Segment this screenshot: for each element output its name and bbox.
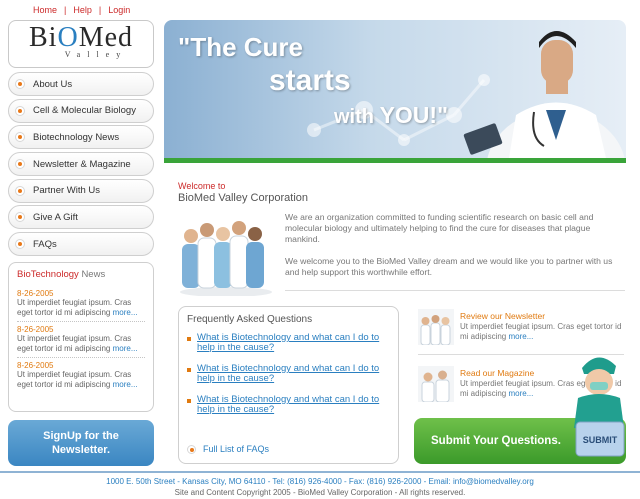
magazine-thumbnail: [418, 366, 454, 402]
faq-item: What is Biotechnology and what can I do …: [187, 395, 390, 415]
banner-headline-2: starts: [269, 64, 351, 97]
full-faq-link[interactable]: Full List of FAQs: [187, 444, 269, 454]
news-date: 8-26-2005: [17, 361, 54, 370]
nav-item-give-a-gift[interactable]: Give A Gift: [8, 205, 154, 230]
divider: [285, 290, 625, 291]
top-links: Home | Help | Login: [33, 5, 130, 15]
more-link[interactable]: more...: [508, 332, 533, 341]
nav-item-about-us[interactable]: About Us: [8, 72, 154, 96]
more-link[interactable]: more...: [508, 389, 533, 398]
nav-item-label: Partner With Us: [33, 185, 101, 197]
home-link[interactable]: Home: [33, 5, 57, 15]
nav-item-newsletter-magazine[interactable]: Newsletter & Magazine: [8, 152, 154, 177]
news-panel-title: BioTechnology News: [17, 269, 106, 280]
nav-item-label: About Us: [33, 78, 73, 90]
welcome-label: Welcome to: [178, 181, 226, 191]
more-link[interactable]: more...: [113, 308, 138, 317]
more-link[interactable]: more...: [113, 380, 138, 389]
nav-item-faqs[interactable]: FAQs: [8, 232, 154, 257]
nav-item-label: FAQs: [33, 238, 57, 250]
newsletter-title[interactable]: Review our Newsletter: [460, 311, 545, 321]
faq-question-link[interactable]: What is Biotechnology and what can I do …: [197, 364, 390, 384]
logo[interactable]: BiOMed Valley: [8, 20, 154, 68]
newsletter-text: Ut imperdiet feugiat ipsum. Cras eget to…: [460, 322, 622, 341]
nav-item-biotechnology-news[interactable]: Biotechnology News: [8, 125, 154, 150]
login-link[interactable]: Login: [108, 5, 130, 15]
bullet-icon: [15, 159, 25, 170]
welcome-heading: Welcome to BioMed Valley Corporation: [178, 181, 308, 204]
surgeon-mascot-image: SUBMIT: [574, 357, 625, 457]
biotech-news-panel: BioTechnology News 8-26-2005 Ut imperdie…: [8, 262, 154, 412]
banner-headline-3: with YOU!": [334, 102, 448, 128]
newsletter-thumbnail: [418, 309, 454, 345]
square-bullet-icon: [187, 368, 191, 372]
team-image: [180, 221, 272, 296]
news-text: Ut imperdiet feugiat ipsum. Cras eget to…: [17, 298, 138, 317]
sidebar-nav: About Us Cell & Molecular Biology Biotec…: [8, 72, 154, 259]
bullet-icon: [15, 185, 25, 196]
news-date: 8-26-2005: [17, 325, 54, 334]
nav-item-label: Biotechnology News: [33, 131, 120, 143]
nav-item-label: Cell & Molecular Biology: [33, 105, 136, 117]
bullet-icon: [15, 79, 25, 89]
bullet-icon: [15, 239, 25, 250]
bullet-icon: [15, 212, 25, 223]
bullet-icon: [15, 132, 25, 143]
doctor-image: [463, 31, 625, 158]
footer: 1000 E. 50th Street - Kansas City, MO 64…: [0, 476, 640, 498]
square-bullet-icon: [187, 399, 191, 403]
intro-paragraph: We are an organization committed to fund…: [285, 212, 594, 244]
news-text: Ut imperdiet feugiat ipsum. Cras eget to…: [17, 370, 138, 389]
faq-panel: Frequently Asked Questions What is Biote…: [178, 306, 399, 464]
news-item: 8-26-2005 Ut imperdiet feugiat ipsum. Cr…: [17, 289, 145, 322]
intro-paragraph: We welcome you to the BioMed Valley drea…: [285, 256, 613, 277]
faq-title: Frequently Asked Questions: [187, 314, 313, 325]
news-item: 8-26-2005 Ut imperdiet feugiat ipsum. Cr…: [17, 325, 145, 358]
faq-item: What is Biotechnology and what can I do …: [187, 333, 390, 353]
logo-wordmark: BiOMed: [28, 22, 134, 53]
help-link[interactable]: Help: [73, 5, 92, 15]
newsletter-signup-button[interactable]: SignUp for the Newsletter.: [8, 420, 154, 466]
separator: |: [64, 5, 67, 15]
more-link[interactable]: more...: [113, 344, 138, 353]
faq-question-link[interactable]: What is Biotechnology and what can I do …: [197, 333, 390, 353]
nav-item-label: Newsletter & Magazine: [33, 158, 131, 170]
faq-item: What is Biotechnology and what can I do …: [187, 364, 390, 384]
intro-text: We are an organization committed to fund…: [285, 212, 625, 289]
nav-item-label: Give A Gift: [33, 211, 78, 223]
faq-question-link[interactable]: What is Biotechnology and what can I do …: [197, 395, 390, 415]
news-date: 8-26-2005: [17, 289, 54, 298]
newsletter-promo: Review our Newsletter Ut imperdiet feugi…: [418, 309, 624, 349]
submit-key-label: SUBMIT: [583, 435, 618, 445]
separator: |: [98, 5, 102, 15]
nav-item-partner-with-us[interactable]: Partner With Us: [8, 178, 154, 203]
footer-divider: [0, 471, 640, 473]
banner-headline-1: "The Cure: [178, 32, 304, 62]
news-item: 8-26-2005 Ut imperdiet feugiat ipsum. Cr…: [17, 361, 145, 393]
footer-address: 1000 E. 50th Street - Kansas City, MO 64…: [106, 477, 534, 486]
square-bullet-icon: [187, 337, 191, 341]
news-text: Ut imperdiet feugiat ipsum. Cras eget to…: [17, 334, 138, 353]
footer-copyright: Site and Content Copyright 2005 - BioMed…: [174, 488, 466, 497]
hero-banner: "The Cure starts with YOU!": [164, 20, 626, 163]
magazine-title[interactable]: Read our Magazine: [460, 368, 534, 378]
nav-item-cell-molecular-biology[interactable]: Cell & Molecular Biology: [8, 98, 154, 123]
bullet-icon: [187, 444, 196, 454]
bullet-icon: [15, 105, 25, 116]
welcome-title: BioMed Valley Corporation: [178, 192, 309, 204]
